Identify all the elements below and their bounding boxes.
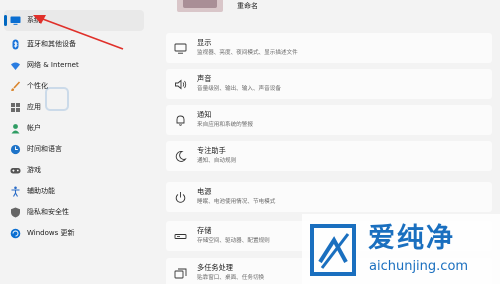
device-image xyxy=(177,0,223,12)
sidebar-item-label: 游戏 xyxy=(27,166,41,174)
settings-card-display[interactable]: 显示 监视器、亮度、夜间模式、显示描述文件 xyxy=(166,33,492,63)
sidebar-item-label: 辅助功能 xyxy=(27,187,55,195)
card-title: 通知 xyxy=(197,110,212,119)
settings-card-focus-assist[interactable]: 专注助手 通知、自动规则 xyxy=(166,141,492,171)
sidebar-item-label: 蓝牙和其他设备 xyxy=(27,40,76,48)
card-description: 来自应用和系统的警报 xyxy=(197,122,253,128)
storage-icon xyxy=(174,230,187,243)
card-description: 存储空间、驱动器、配置规则 xyxy=(197,238,270,244)
settings-card-power[interactable]: 电源 睡眠、电池使用情况、节电模式 xyxy=(166,182,492,212)
sidebar-item-label: 系统 xyxy=(27,16,41,24)
moon-icon xyxy=(174,150,187,163)
sidebar-item-label: 应用 xyxy=(27,103,41,111)
sidebar-item-bluetooth[interactable]: 蓝牙和其他设备 xyxy=(4,34,144,55)
card-title: 多任务处理 xyxy=(197,263,233,272)
card-description: 睡眠、电池使用情况、节电模式 xyxy=(197,199,276,205)
sidebar-item-windows-update[interactable]: Windows 更新 xyxy=(4,223,144,244)
person-icon xyxy=(10,123,21,134)
update-icon xyxy=(10,228,21,239)
accessibility-icon xyxy=(10,186,21,197)
card-description: 音量级别、输出、输入、声音设备 xyxy=(197,86,281,92)
sidebar-item-label: 帐户 xyxy=(27,124,41,132)
sidebar-item-gaming[interactable]: 游戏 xyxy=(4,160,144,181)
bluetooth-icon xyxy=(10,39,21,50)
watermark-url: aichunjing.com xyxy=(369,259,469,274)
watermark-name: 爱纯净 xyxy=(368,223,455,254)
apps-icon xyxy=(10,102,21,113)
watermark-faint-icon xyxy=(45,87,69,111)
card-description: 贴靠窗口、桌面、任务切换 xyxy=(197,275,265,281)
card-title: 电源 xyxy=(197,187,212,196)
rename-link[interactable]: 重命名 xyxy=(237,1,258,11)
sidebar: 系统 蓝牙和其他设备 网络 & Internet 个性化 应用 帐户 时间和语言… xyxy=(0,0,150,284)
sidebar-item-label: 隐私和安全性 xyxy=(27,208,69,216)
settings-card-notifications[interactable]: 通知 来自应用和系统的警报 xyxy=(166,105,492,135)
card-description: 通知、自动规则 xyxy=(197,158,237,164)
card-title: 专注助手 xyxy=(197,146,226,155)
watermark: 爱纯净 aichunjing.com xyxy=(302,214,500,284)
sidebar-item-privacy[interactable]: 隐私和安全性 xyxy=(4,202,144,223)
display-icon xyxy=(174,42,187,55)
settings-card-sound[interactable]: 声音 音量级别、输出、输入、声音设备 xyxy=(166,69,492,99)
sidebar-item-network[interactable]: 网络 & Internet xyxy=(4,55,144,76)
active-indicator xyxy=(4,15,7,26)
card-description: 监视器、亮度、夜间模式、显示描述文件 xyxy=(197,50,298,56)
card-title: 声音 xyxy=(197,74,212,83)
bell-icon xyxy=(174,114,187,127)
sidebar-item-label: 时间和语言 xyxy=(27,145,62,153)
sidebar-item-personalization[interactable]: 个性化 xyxy=(4,76,144,97)
watermark-logo-icon xyxy=(310,224,356,276)
shield-icon xyxy=(10,207,21,218)
globe-clock-icon xyxy=(10,144,21,155)
sidebar-item-apps[interactable]: 应用 xyxy=(4,97,144,118)
card-title: 存储 xyxy=(197,226,212,235)
monitor-icon xyxy=(10,15,21,26)
power-icon xyxy=(174,191,187,204)
brush-icon xyxy=(10,81,21,92)
sidebar-item-accounts[interactable]: 帐户 xyxy=(4,118,144,139)
sidebar-item-label: Windows 更新 xyxy=(27,229,75,237)
multitask-icon xyxy=(174,267,187,280)
speaker-icon xyxy=(174,78,187,91)
sidebar-item-label: 网络 & Internet xyxy=(27,61,79,69)
sidebar-item-accessibility[interactable]: 辅助功能 xyxy=(4,181,144,202)
sidebar-item-system[interactable]: 系统 xyxy=(4,10,144,31)
gamepad-icon xyxy=(10,165,21,176)
wifi-icon xyxy=(10,60,21,71)
card-title: 显示 xyxy=(197,38,212,47)
sidebar-item-time-language[interactable]: 时间和语言 xyxy=(4,139,144,160)
